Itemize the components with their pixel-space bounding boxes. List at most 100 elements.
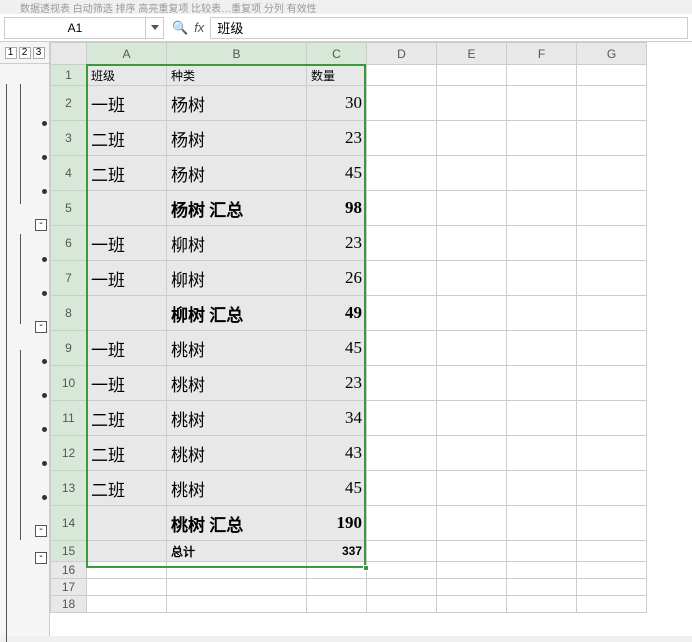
cell-G9[interactable] [577, 331, 646, 365]
cell-E17[interactable] [437, 579, 506, 595]
cell-C7[interactable]: 26 [307, 261, 366, 295]
cell-G15[interactable] [577, 541, 646, 561]
cell-F7[interactable] [507, 261, 576, 295]
cell-D18[interactable] [367, 596, 436, 612]
cell-A12[interactable]: 二班 [87, 436, 166, 470]
cell-E15[interactable] [437, 541, 506, 561]
cell-B5[interactable]: 杨树 汇总 [167, 191, 306, 225]
col-header-C[interactable]: C [307, 43, 367, 65]
cell-F5[interactable] [507, 191, 576, 225]
cell-G2[interactable] [577, 86, 646, 120]
cell-B1[interactable]: 种类 [167, 65, 306, 85]
cell-C5[interactable]: 98 [307, 191, 366, 225]
cell-C10[interactable]: 23 [307, 366, 366, 400]
row-header-17[interactable]: 17 [51, 579, 87, 596]
row-header-15[interactable]: 15 [51, 541, 87, 562]
outline-collapse-button[interactable]: - [35, 321, 47, 333]
cell-A11[interactable]: 二班 [87, 401, 166, 435]
cell-B15[interactable]: 总计 [167, 541, 306, 561]
cell-D1[interactable] [367, 65, 436, 85]
cell-F6[interactable] [507, 226, 576, 260]
cell-F10[interactable] [507, 366, 576, 400]
cell-G3[interactable] [577, 121, 646, 155]
cell-C13[interactable]: 45 [307, 471, 366, 505]
cell-D5[interactable] [367, 191, 436, 225]
cell-B14[interactable]: 桃树 汇总 [167, 506, 306, 540]
cell-G12[interactable] [577, 436, 646, 470]
cell-D6[interactable] [367, 226, 436, 260]
cell-E2[interactable] [437, 86, 506, 120]
cell-B9[interactable]: 桃树 [167, 331, 306, 365]
cell-E9[interactable] [437, 331, 506, 365]
cell-E14[interactable] [437, 506, 506, 540]
name-box-input[interactable] [5, 18, 145, 38]
row-header-7[interactable]: 7 [51, 261, 87, 296]
col-header-F[interactable]: F [507, 43, 577, 65]
cell-C16[interactable] [307, 562, 366, 578]
cell-E7[interactable] [437, 261, 506, 295]
select-all-corner[interactable] [51, 43, 87, 65]
cell-F12[interactable] [507, 436, 576, 470]
col-header-D[interactable]: D [367, 43, 437, 65]
cell-E11[interactable] [437, 401, 506, 435]
cell-B4[interactable]: 杨树 [167, 156, 306, 190]
cell-G17[interactable] [577, 579, 646, 595]
row-header-6[interactable]: 6 [51, 226, 87, 261]
cell-A7[interactable]: 一班 [87, 261, 166, 295]
cell-C18[interactable] [307, 596, 366, 612]
cell-F8[interactable] [507, 296, 576, 330]
cell-F11[interactable] [507, 401, 576, 435]
cell-F15[interactable] [507, 541, 576, 561]
cell-A10[interactable]: 一班 [87, 366, 166, 400]
cell-F2[interactable] [507, 86, 576, 120]
cell-A13[interactable]: 二班 [87, 471, 166, 505]
outline-level-2[interactable]: 2 [19, 47, 31, 59]
cell-G14[interactable] [577, 506, 646, 540]
col-header-B[interactable]: B [167, 43, 307, 65]
cell-C1[interactable]: 数量 [307, 65, 366, 85]
cell-B13[interactable]: 桃树 [167, 471, 306, 505]
cell-E6[interactable] [437, 226, 506, 260]
cell-A1[interactable]: 班级 [87, 65, 166, 85]
cell-G6[interactable] [577, 226, 646, 260]
cell-D12[interactable] [367, 436, 436, 470]
row-header-8[interactable]: 8 [51, 296, 87, 331]
cell-F9[interactable] [507, 331, 576, 365]
outline-collapse-button[interactable]: - [35, 525, 47, 537]
cell-E13[interactable] [437, 471, 506, 505]
cell-D13[interactable] [367, 471, 436, 505]
cell-E12[interactable] [437, 436, 506, 470]
cell-B8[interactable]: 柳树 汇总 [167, 296, 306, 330]
cell-B10[interactable]: 桃树 [167, 366, 306, 400]
cell-E18[interactable] [437, 596, 506, 612]
cell-A3[interactable]: 二班 [87, 121, 166, 155]
cell-C11[interactable]: 34 [307, 401, 366, 435]
cell-C4[interactable]: 45 [307, 156, 366, 190]
cell-G7[interactable] [577, 261, 646, 295]
cell-D15[interactable] [367, 541, 436, 561]
cell-C17[interactable] [307, 579, 366, 595]
cell-A18[interactable] [87, 596, 166, 612]
cell-G18[interactable] [577, 596, 646, 612]
cell-B16[interactable] [167, 562, 306, 578]
outline-level-1[interactable]: 1 [5, 47, 17, 59]
cell-B7[interactable]: 柳树 [167, 261, 306, 295]
cell-B6[interactable]: 柳树 [167, 226, 306, 260]
cell-F3[interactable] [507, 121, 576, 155]
cell-A4[interactable]: 二班 [87, 156, 166, 190]
name-box-dropdown[interactable] [145, 18, 163, 38]
cell-A14[interactable] [87, 506, 166, 540]
cell-B18[interactable] [167, 596, 306, 612]
cell-D10[interactable] [367, 366, 436, 400]
cell-C8[interactable]: 49 [307, 296, 366, 330]
cell-F18[interactable] [507, 596, 576, 612]
cell-B17[interactable] [167, 579, 306, 595]
cell-C6[interactable]: 23 [307, 226, 366, 260]
cell-A2[interactable]: 一班 [87, 86, 166, 120]
cell-G10[interactable] [577, 366, 646, 400]
row-header-4[interactable]: 4 [51, 156, 87, 191]
cell-D9[interactable] [367, 331, 436, 365]
cell-G13[interactable] [577, 471, 646, 505]
cell-E5[interactable] [437, 191, 506, 225]
cell-D3[interactable] [367, 121, 436, 155]
